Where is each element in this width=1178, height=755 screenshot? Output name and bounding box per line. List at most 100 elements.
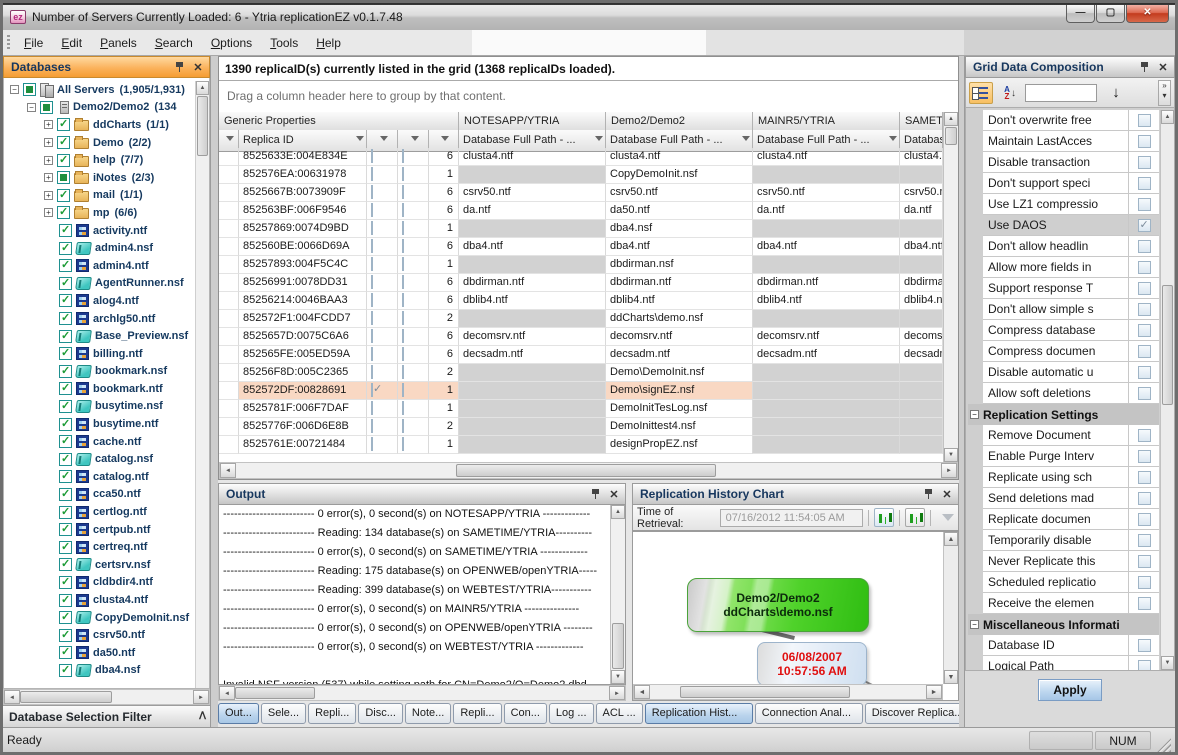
tab-note[interactable]: Note... [405, 703, 451, 724]
composition-item-checkbox[interactable] [1138, 282, 1151, 295]
replica-id-cell[interactable]: 8525667B:0073909F [239, 184, 367, 202]
expand-toggle[interactable]: + [44, 156, 53, 165]
composition-item-checkbox[interactable] [1138, 303, 1151, 316]
scroll-right-icon[interactable]: ► [609, 686, 625, 700]
grid-vertical-scrollbar[interactable]: ▲ ▼ [943, 112, 958, 462]
db-path-cell[interactable]: decsadm.ntf [606, 346, 753, 364]
composition-item-checkbox[interactable] [1138, 492, 1151, 505]
replica-id-cell[interactable]: 8525781F:006F7DAF [239, 400, 367, 418]
tree-checkbox[interactable] [23, 83, 36, 96]
checkbox-cell[interactable] [398, 166, 429, 184]
row-indicator-cell[interactable] [219, 328, 239, 346]
db-path-cell[interactable] [900, 256, 943, 274]
db-path-cell[interactable]: dbdirman.ntf [459, 274, 606, 292]
db-path-cell[interactable]: designPropEZ.nsf [606, 436, 753, 454]
composition-item[interactable]: Receive the elemen [968, 593, 1159, 614]
composition-item-checkbox[interactable] [1138, 597, 1151, 610]
tree-checkbox[interactable] [59, 259, 72, 272]
scroll-left-icon[interactable]: ◄ [634, 685, 650, 699]
checkbox-cell[interactable] [367, 148, 398, 166]
row-checkbox[interactable] [402, 257, 404, 271]
db-path-cell[interactable] [753, 166, 900, 184]
collapse-chevron-icon[interactable]: ᐱ [199, 711, 204, 722]
tree-item[interactable]: catalog.nsf [4, 450, 209, 468]
composition-item-checkbox[interactable] [1138, 639, 1151, 652]
replica-id-cell[interactable]: 852560BE:0066D69A [239, 238, 367, 256]
composition-item-checkbox[interactable] [1138, 576, 1151, 589]
checkbox-cell[interactable] [367, 400, 398, 418]
replica-id-cell[interactable]: 852572DF:00828691 [239, 382, 367, 400]
composition-filter-input[interactable] [1025, 84, 1097, 102]
left-splitter[interactable] [211, 56, 218, 727]
row-checkbox[interactable] [402, 437, 404, 451]
scroll-up-icon[interactable]: ▲ [196, 81, 209, 95]
replica-id-cell[interactable]: 85257893:004F5C4C [239, 256, 367, 274]
row-indicator-cell[interactable] [219, 436, 239, 454]
tree-item[interactable]: certreq.ntf [4, 538, 209, 556]
db-path-cell[interactable] [753, 364, 900, 382]
row-checkbox[interactable] [371, 293, 373, 307]
row-checkbox[interactable] [402, 239, 404, 253]
db-path-cell[interactable] [459, 400, 606, 418]
chart-vertical-scrollbar[interactable]: ▲ ▼ [943, 532, 958, 684]
close-panel-icon[interactable]: ✕ [607, 488, 621, 501]
replica-id-cell[interactable]: 8525776F:006D6E8B [239, 418, 367, 436]
tree-checkbox[interactable] [57, 136, 70, 149]
db-path-cell[interactable]: da.ntf [753, 202, 900, 220]
db-path-cell[interactable]: dba4.ntf [900, 238, 943, 256]
composition-item-checkbox[interactable] [1138, 345, 1151, 358]
checkbox-cell[interactable] [398, 418, 429, 436]
row-indicator-cell[interactable] [219, 346, 239, 364]
expand-toggle[interactable]: + [44, 191, 53, 200]
db-path-cell[interactable]: da50.ntf [606, 202, 753, 220]
db-path-cell[interactable]: dbdirman.ntf [900, 274, 943, 292]
scrollbar-thumb[interactable] [20, 691, 112, 703]
row-checkbox[interactable] [371, 185, 373, 199]
db-path-cell[interactable]: clusta4.ntf [606, 148, 753, 166]
composition-item-checkbox[interactable] [1138, 198, 1151, 211]
tree-checkbox[interactable] [59, 488, 72, 501]
menu-item-panels[interactable]: Panels [91, 32, 146, 54]
chart-horizontal-scrollbar[interactable]: ◄ ► [633, 684, 943, 700]
scroll-down-icon[interactable]: ▼ [944, 448, 958, 462]
chart-graph-view-button[interactable] [905, 508, 925, 527]
checkbox-cell[interactable] [367, 274, 398, 292]
db-path-cell[interactable] [459, 256, 606, 274]
tree-checkbox[interactable] [57, 171, 70, 184]
checkbox-cell[interactable] [398, 364, 429, 382]
checkbox-cell[interactable] [367, 328, 398, 346]
maximize-button[interactable]: ▢ [1096, 5, 1125, 23]
collapse-toggle[interactable]: − [970, 620, 979, 629]
tree-item[interactable]: cldbdir4.ntf [4, 574, 209, 592]
scroll-left-icon[interactable]: ◄ [220, 463, 236, 478]
db-path-cell[interactable]: clusta4.ntf [753, 148, 900, 166]
checkbox-cell[interactable] [398, 202, 429, 220]
db-path-cell[interactable] [900, 364, 943, 382]
composition-group-header[interactable]: −Miscellaneous Informati [968, 614, 1159, 635]
composition-item-checkbox[interactable] [1138, 240, 1151, 253]
db-path-cell[interactable] [900, 436, 943, 454]
composition-item[interactable]: Disable automatic u [968, 362, 1159, 383]
tree-item[interactable]: dba4.nsf [4, 662, 209, 680]
db-path-cell[interactable]: da.ntf [459, 202, 606, 220]
tree-checkbox[interactable] [57, 189, 70, 202]
composition-item-checkbox[interactable] [1138, 177, 1151, 190]
time-of-retrieval-field[interactable]: 07/16/2012 11:54:05 AM [720, 509, 864, 527]
db-path-cell[interactable]: dba4.ntf [606, 238, 753, 256]
tree-item[interactable]: +mp(6/6) [4, 204, 209, 222]
tree-checkbox[interactable] [59, 365, 72, 378]
tree-checkbox[interactable] [59, 242, 72, 255]
tab-out[interactable]: Out... [218, 703, 259, 724]
db-path-cell[interactable]: decomsrv.ntf [900, 328, 943, 346]
scrollbar-thumb[interactable] [235, 687, 315, 699]
row-indicator-cell[interactable] [219, 310, 239, 328]
menu-item-tools[interactable]: Tools [261, 32, 307, 54]
row-checkbox[interactable] [371, 167, 373, 181]
composition-item[interactable]: Never Replicate this [968, 551, 1159, 572]
scroll-right-icon[interactable]: ► [926, 685, 942, 699]
db-path-cell[interactable] [459, 436, 606, 454]
tree-item[interactable]: catalog.ntf [4, 468, 209, 486]
replica-id-cell[interactable]: 852572F1:004FCDD7 [239, 310, 367, 328]
db-path-cell[interactable]: dblib4.ntf [459, 292, 606, 310]
db-path-cell[interactable]: dba4.nsf [606, 220, 753, 238]
